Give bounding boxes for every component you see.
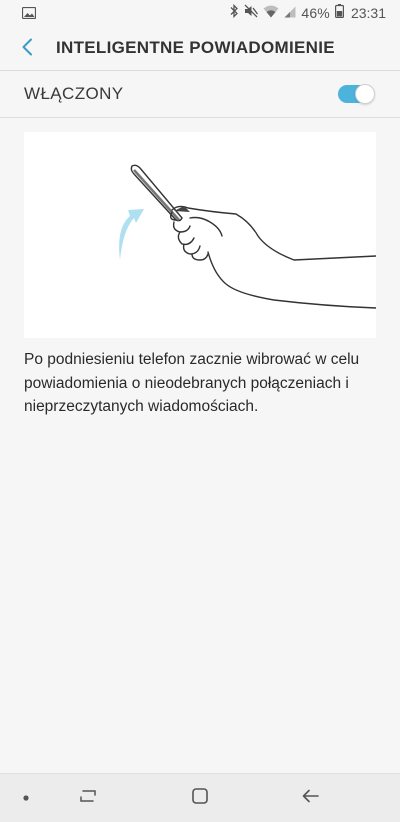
recent-apps-button[interactable] [76, 786, 100, 810]
app-bar: INTELIGENTNE POWIADOMIENIE [0, 26, 400, 70]
wifi-icon [263, 5, 279, 21]
back-icon [302, 788, 320, 809]
divider [0, 117, 400, 118]
toggle-knob [355, 84, 375, 104]
master-switch-row[interactable]: WŁĄCZONY [0, 71, 400, 117]
battery-percent: 46% [301, 4, 330, 21]
lift-arrow-icon [119, 209, 144, 260]
page-title: INTELIGENTNE POWIADOMIENIE [56, 38, 335, 57]
home-icon [191, 787, 209, 810]
dot-indicator-icon[interactable] [14, 786, 38, 810]
battery-icon [334, 4, 344, 21]
mute-icon [244, 4, 259, 21]
image-notification-icon [21, 6, 37, 24]
hand-lifting-phone-illustration [24, 132, 376, 338]
clock: 23:31 [350, 4, 386, 21]
bluetooth-icon [229, 3, 239, 21]
navigation-bar [0, 773, 400, 822]
back-nav-button[interactable] [299, 786, 323, 810]
recent-apps-icon [79, 788, 97, 809]
signal-icon [284, 5, 296, 21]
master-toggle-switch[interactable] [338, 84, 375, 104]
chevron-left-icon [21, 38, 33, 61]
hand-outline [169, 205, 376, 309]
back-button[interactable] [14, 36, 40, 62]
status-bar: 46% 23:31 [0, 0, 400, 26]
home-button[interactable] [188, 786, 212, 810]
feature-description: Po podniesieniu telefon zacznie wibrować… [24, 351, 360, 415]
switch-label: WŁĄCZONY [24, 84, 124, 103]
